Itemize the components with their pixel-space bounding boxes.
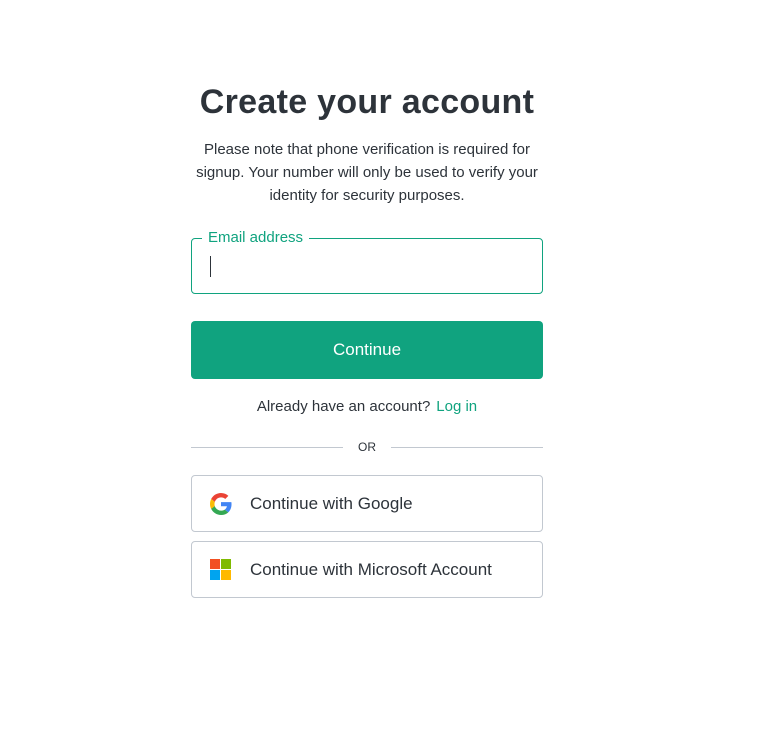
text-caret xyxy=(210,256,211,277)
continue-with-microsoft-button[interactable]: Continue with Microsoft Account xyxy=(191,541,543,598)
divider-line-left xyxy=(191,446,343,448)
login-link[interactable]: Log in xyxy=(436,398,477,415)
login-prompt-text: Already have an account? xyxy=(256,398,431,415)
google-icon xyxy=(210,492,232,515)
email-field[interactable]: Email address xyxy=(191,229,543,294)
login-prompt: Already have an account? Log in xyxy=(191,397,543,417)
google-button-label: Continue with Google xyxy=(250,493,413,513)
divider-text: OR xyxy=(358,440,376,454)
phone-verification-notice: Please note that phone verification is r… xyxy=(196,141,538,204)
signup-panel: Create your account Please note that pho… xyxy=(191,80,543,598)
continue-button[interactable]: Continue xyxy=(191,321,543,379)
continue-with-google-button[interactable]: Continue with Google xyxy=(191,475,543,532)
microsoft-icon xyxy=(210,558,232,581)
divider-line-right xyxy=(391,446,543,448)
or-divider: OR xyxy=(191,441,543,453)
page-title: Create your account xyxy=(199,83,535,121)
email-input[interactable] xyxy=(192,239,542,293)
microsoft-button-label: Continue with Microsoft Account xyxy=(250,559,492,579)
